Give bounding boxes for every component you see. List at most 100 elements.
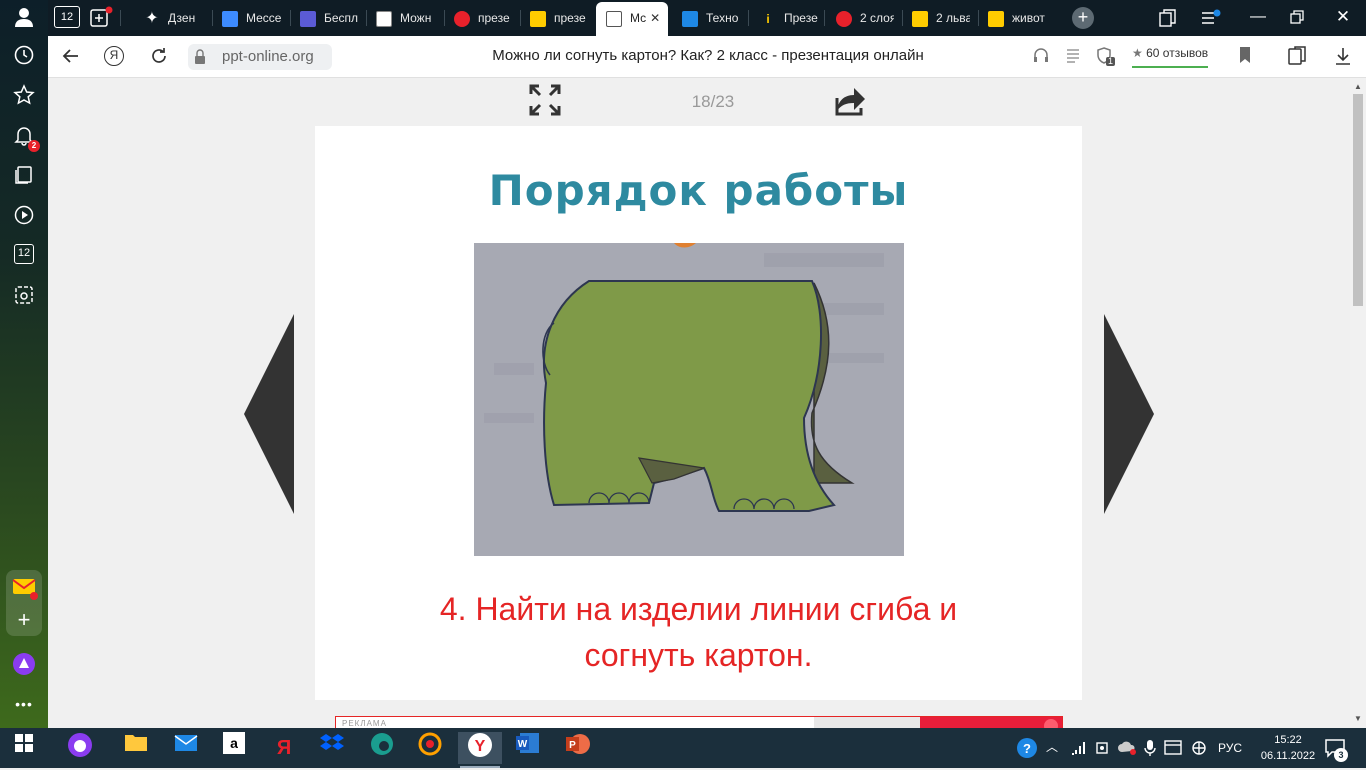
tab-bar: 12 ✦ Дзен Мессе Беспл Можн презе презе Мс… bbox=[48, 0, 1366, 36]
info-icon: i bbox=[766, 11, 770, 26]
address-bar: Я ppt-online.org Можно ли согнуть картон… bbox=[48, 36, 1366, 78]
notification-count-badge: 3 bbox=[1334, 748, 1348, 762]
add-widget-icon[interactable]: + bbox=[12, 608, 36, 632]
bookmarks-panel-icon[interactable] bbox=[1286, 46, 1308, 68]
ad-image bbox=[814, 717, 920, 728]
reader-mode-icon[interactable] bbox=[1062, 46, 1084, 68]
restore-icon[interactable] bbox=[1290, 10, 1304, 24]
yandex-icon bbox=[836, 10, 852, 27]
tray-expand-icon[interactable]: ︿ bbox=[1046, 738, 1058, 755]
yandex-logo-icon[interactable]: Я bbox=[104, 46, 124, 66]
alice-taskbar-icon[interactable] bbox=[64, 732, 96, 764]
tab-active-mozhno[interactable]: Мс ✕ bbox=[596, 2, 668, 36]
svg-text:?: ? bbox=[1023, 741, 1031, 756]
music-app-icon[interactable] bbox=[414, 732, 446, 764]
close-window-icon[interactable]: ✕ bbox=[1334, 7, 1352, 27]
tab-zhivot[interactable]: живот bbox=[988, 4, 1048, 32]
tray-app-icon[interactable] bbox=[1096, 740, 1110, 761]
reload-icon[interactable] bbox=[148, 46, 170, 68]
next-slide-arrow[interactable] bbox=[1102, 314, 1154, 514]
tab-techno[interactable]: Техно bbox=[682, 4, 742, 32]
tab-label: Техно bbox=[706, 11, 739, 25]
ad-cta-area bbox=[920, 717, 1062, 728]
clock[interactable]: 15:22 06.11.2022 bbox=[1256, 732, 1320, 764]
new-tab-group-icon[interactable] bbox=[90, 6, 114, 28]
tab-collections-icon[interactable] bbox=[1158, 8, 1178, 28]
scroll-down-arrow-icon[interactable]: ▼ bbox=[1354, 714, 1362, 723]
messenger-icon bbox=[222, 10, 238, 27]
tab-mozhno[interactable]: Можн bbox=[376, 4, 434, 32]
tab-dzen[interactable]: ✦ Дзен bbox=[144, 4, 204, 32]
mail-dot bbox=[30, 592, 38, 600]
images-icon bbox=[530, 10, 546, 27]
cloud-sync-icon[interactable] bbox=[1118, 740, 1138, 761]
mail-app-icon[interactable] bbox=[170, 732, 202, 764]
tab-free[interactable]: Беспл bbox=[300, 4, 360, 32]
tab-label: 2 льва bbox=[936, 11, 970, 25]
alice-icon[interactable] bbox=[12, 652, 36, 676]
svg-text:a: a bbox=[230, 735, 238, 751]
share-icon[interactable] bbox=[834, 84, 868, 118]
prev-slide-arrow[interactable] bbox=[244, 314, 296, 514]
ppt-icon bbox=[606, 10, 622, 27]
tab-prezi[interactable]: i Презе bbox=[760, 4, 818, 32]
microphone-icon[interactable] bbox=[1144, 739, 1156, 762]
more-icon[interactable]: ••• bbox=[12, 692, 36, 716]
dropbox-icon[interactable] bbox=[316, 732, 348, 764]
tab-yandex-prez[interactable]: презе bbox=[454, 4, 514, 32]
profile-icon[interactable] bbox=[12, 6, 36, 30]
dzen-icon: ✦ bbox=[145, 9, 159, 27]
history-icon[interactable] bbox=[12, 44, 36, 68]
home-icon[interactable]: 12 bbox=[54, 6, 80, 28]
network-icon[interactable] bbox=[1070, 740, 1088, 761]
tab-label: живот bbox=[1012, 11, 1045, 25]
cube-icon bbox=[300, 10, 316, 27]
ad-banner[interactable]: РЕКЛАМА bbox=[335, 716, 1063, 728]
minimize-icon[interactable]: — bbox=[1248, 8, 1268, 28]
tab-2-lva[interactable]: 2 льва bbox=[912, 4, 970, 32]
tray-network-icon[interactable] bbox=[1190, 740, 1208, 761]
browser-menu-icon[interactable] bbox=[1200, 8, 1222, 28]
tab-messenger[interactable]: Мессе bbox=[222, 4, 286, 32]
tab-label: 2 слоя bbox=[860, 11, 894, 25]
scroll-up-arrow-icon[interactable]: ▲ bbox=[1354, 82, 1362, 91]
help-icon[interactable]: ? bbox=[1016, 737, 1038, 759]
ad-info-icon[interactable] bbox=[1044, 719, 1058, 728]
ppt-icon bbox=[376, 10, 392, 27]
elephant-picture bbox=[474, 243, 904, 556]
bookmark-icon[interactable] bbox=[1234, 46, 1256, 68]
tab-2-sloya[interactable]: 2 слоя bbox=[836, 4, 894, 32]
video-play-icon[interactable] bbox=[12, 204, 36, 228]
close-tab-icon[interactable]: ✕ bbox=[650, 11, 660, 25]
fullscreen-icon[interactable] bbox=[528, 83, 562, 117]
calendar-icon[interactable]: 12 bbox=[14, 244, 34, 264]
windows-start-icon[interactable] bbox=[8, 732, 40, 764]
word-icon[interactable]: W bbox=[512, 732, 544, 764]
back-arrow-icon[interactable] bbox=[60, 46, 82, 68]
reviews-link[interactable]: ★ 60 отзывов bbox=[1132, 46, 1209, 68]
powerpoint-icon[interactable]: P bbox=[562, 732, 594, 764]
images-icon bbox=[988, 10, 1004, 27]
page-title: Можно ли согнуть картон? Как? 2 класс - … bbox=[492, 47, 924, 64]
headphones-icon[interactable] bbox=[1030, 46, 1052, 68]
bookmarks-star-icon[interactable] bbox=[12, 84, 36, 108]
language-indicator[interactable]: РУС bbox=[1218, 741, 1242, 755]
screenshot-camera-icon[interactable] bbox=[12, 284, 36, 308]
yandex-taskbar-icon[interactable]: Я bbox=[268, 732, 300, 764]
url-text: ppt-online.org bbox=[222, 48, 314, 65]
url-box[interactable]: ppt-online.org bbox=[188, 44, 332, 70]
tab-images-prez[interactable]: презе bbox=[530, 4, 588, 32]
reviews-count: 60 отзывов bbox=[1146, 46, 1209, 60]
collections-icon[interactable] bbox=[12, 164, 36, 188]
tray-panel-icon[interactable] bbox=[1164, 740, 1182, 761]
ad-label: РЕКЛАМА bbox=[342, 719, 387, 728]
file-explorer-icon[interactable] bbox=[120, 732, 152, 764]
download-icon[interactable] bbox=[1332, 46, 1354, 68]
scrollbar-thumb[interactable] bbox=[1353, 94, 1363, 306]
amazon-icon[interactable]: a bbox=[218, 732, 250, 764]
edge-icon[interactable] bbox=[366, 732, 398, 764]
new-tab-button[interactable]: + bbox=[1072, 7, 1094, 29]
slide: Порядок работы 4. Найти на изделии линии… bbox=[315, 126, 1082, 700]
yandex-browser-taskbar-icon[interactable]: Y bbox=[458, 732, 502, 764]
page-scrollbar[interactable]: ▲ ▼ bbox=[1350, 78, 1366, 728]
